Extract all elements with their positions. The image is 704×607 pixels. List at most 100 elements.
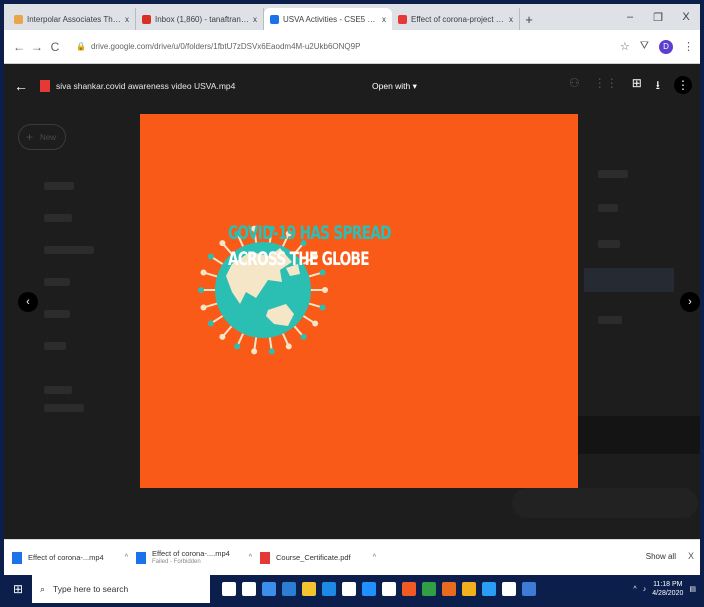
taskbar-clock[interactable]: 11:18 PM 4/28/2020 <box>652 580 683 598</box>
download-item[interactable]: Effect of corona-...mp4 ^ <box>12 551 128 564</box>
back-arrow-icon[interactable]: ← <box>14 78 28 94</box>
menu-icon[interactable]: ⋮ <box>683 40 694 53</box>
virus-spike <box>282 333 289 345</box>
virus-spike-tip <box>207 253 214 260</box>
url-text: drive.google.com/drive/u/0/folders/1fbtU… <box>90 42 361 51</box>
viewer-actions: ⚇ ⋮⋮ ⊞ ⭳ ⋮ <box>569 76 692 97</box>
clock-time: 11:18 PM <box>653 581 683 588</box>
list-item <box>598 240 620 248</box>
taskbar-app-icon[interactable] <box>442 582 456 596</box>
virus-spike-tip <box>319 304 326 311</box>
taskbar-app-icon[interactable] <box>462 582 476 596</box>
search-icon: ⌕ <box>40 583 46 594</box>
browser-tab[interactable]: Interpolar Associates Thenwho x <box>8 8 136 30</box>
list-item <box>598 204 618 212</box>
browser-tab[interactable]: Effect of corona-project copy x <box>392 8 520 30</box>
chevron-up-icon[interactable]: ^ <box>125 554 128 561</box>
notification-icon[interactable]: ▤ <box>689 585 696 593</box>
filter-icon[interactable]: ⛛ <box>640 40 649 53</box>
star-icon[interactable]: ☆ <box>620 40 630 53</box>
tab-close-icon[interactable]: x <box>382 15 386 24</box>
taskbar-app-icon[interactable] <box>482 582 496 596</box>
window-controls: – ❐ X <box>616 4 700 30</box>
taskbar-app-icon[interactable] <box>422 582 436 596</box>
tab-close-icon[interactable]: x <box>509 15 513 24</box>
video-frame[interactable] <box>140 114 578 488</box>
taskbar-app-icon[interactable] <box>402 582 416 596</box>
gmail-icon <box>142 14 151 24</box>
forward-button[interactable]: → <box>28 40 46 54</box>
virus-spike-tip <box>234 343 241 350</box>
virus-spike <box>205 302 218 308</box>
chevron-up-icon[interactable]: ^ <box>633 586 636 593</box>
tab-close-icon[interactable]: x <box>125 15 129 24</box>
more-options-icon[interactable]: ⋮ <box>674 76 692 94</box>
open-with-button[interactable]: Open with ▾ <box>372 81 417 92</box>
virus-spike <box>253 337 258 350</box>
previous-file-button[interactable]: ‹ <box>18 292 38 312</box>
virus-spike-tip <box>198 287 204 293</box>
tab-title: USVA Activities - CSE5 Dep <box>283 14 379 24</box>
browser-tab[interactable]: Inbox (1,860) - tanaftranoi@b x <box>136 8 264 30</box>
taskbar-app-icon[interactable] <box>502 582 516 596</box>
taskbar-app-icon[interactable] <box>382 582 396 596</box>
video-file-icon <box>40 80 50 92</box>
screen-frame: Interpolar Associates Thenwho x Inbox (1… <box>4 4 700 603</box>
tab-close-icon[interactable]: x <box>253 15 257 24</box>
profile-avatar[interactable]: D <box>659 39 673 54</box>
virus-spike <box>302 315 315 324</box>
taskbar-app-icon[interactable] <box>262 582 276 596</box>
show-all-button[interactable]: Show all <box>646 552 676 561</box>
taskbar-app-icon[interactable] <box>362 582 376 596</box>
virus-spike <box>222 325 233 336</box>
next-file-button[interactable]: › <box>680 292 700 312</box>
volume-icon[interactable]: ♪ <box>643 586 647 593</box>
lock-icon: 🔒 <box>76 42 86 51</box>
list-item <box>598 170 628 178</box>
taskbar-app-icon[interactable] <box>242 582 256 596</box>
windows-taskbar: ⊞ ⌕ Type here to search ^ ♪ 11:18 PM 4/2… <box>4 575 700 603</box>
download-item[interactable]: Effect of corona-....mp4 Failed - Forbidd… <box>136 549 252 567</box>
slide-title-line1: COVID-19 HAS SPREAD <box>228 222 391 244</box>
download-item[interactable]: Course_Certificate.pdf ^ <box>260 551 376 564</box>
taskbar-app-icon[interactable] <box>282 582 296 596</box>
virus-spike <box>308 302 321 308</box>
taskbar-app-icon[interactable] <box>302 582 316 596</box>
virus-spike <box>205 272 218 278</box>
pdf-icon <box>260 551 270 564</box>
taskbar-app-icon[interactable] <box>322 582 336 596</box>
chevron-up-icon[interactable]: ^ <box>373 554 376 561</box>
url-field[interactable]: 🔒 drive.google.com/drive/u/0/folders/1fb… <box>72 36 612 58</box>
list-item-selected <box>584 268 674 292</box>
taskbar-search[interactable]: ⌕ Type here to search <box>32 575 210 603</box>
download-icon[interactable]: ⭳ <box>656 76 660 97</box>
tab-title: Inbox (1,860) - tanaftranoi@b <box>155 14 250 24</box>
virus-spike <box>268 337 273 350</box>
taskbar-app-icon[interactable] <box>222 582 236 596</box>
drive-file-viewer: + New ← siva shankar.covid awareness vid… <box>4 64 700 539</box>
comment-box <box>512 488 698 518</box>
back-button[interactable]: ← <box>10 40 28 54</box>
virus-spike-tip <box>251 348 258 355</box>
reload-button[interactable]: C <box>46 40 64 54</box>
virus-spike <box>211 315 224 324</box>
viewer-header: ← siva shankar.covid awareness video USV… <box>4 64 700 108</box>
sidebar-item <box>44 182 74 190</box>
list-item <box>598 316 622 324</box>
browser-tools: ☆ ⛛ D ⋮ <box>620 39 694 54</box>
new-tab-button[interactable]: + <box>520 8 538 30</box>
virus-spike <box>308 272 321 278</box>
windows-start-icon[interactable]: ⊞ <box>4 582 32 596</box>
virus-spike <box>211 256 224 265</box>
chevron-up-icon[interactable]: ^ <box>249 554 252 561</box>
browser-tab-active[interactable]: USVA Activities - CSE5 Dep x <box>264 8 392 30</box>
taskbar-app-icon[interactable] <box>342 582 356 596</box>
file-name: siva shankar.covid awareness video USVA.… <box>56 81 236 91</box>
close-downloads-icon[interactable]: X <box>688 551 694 561</box>
taskbar-app-icon[interactable] <box>522 582 536 596</box>
close-window-button[interactable]: X <box>672 4 700 30</box>
add-to-drive-icon[interactable]: ⊞ <box>632 76 642 97</box>
minimize-button[interactable]: – <box>616 4 644 30</box>
file-icon <box>12 551 22 564</box>
maximize-button[interactable]: ❐ <box>644 4 672 30</box>
